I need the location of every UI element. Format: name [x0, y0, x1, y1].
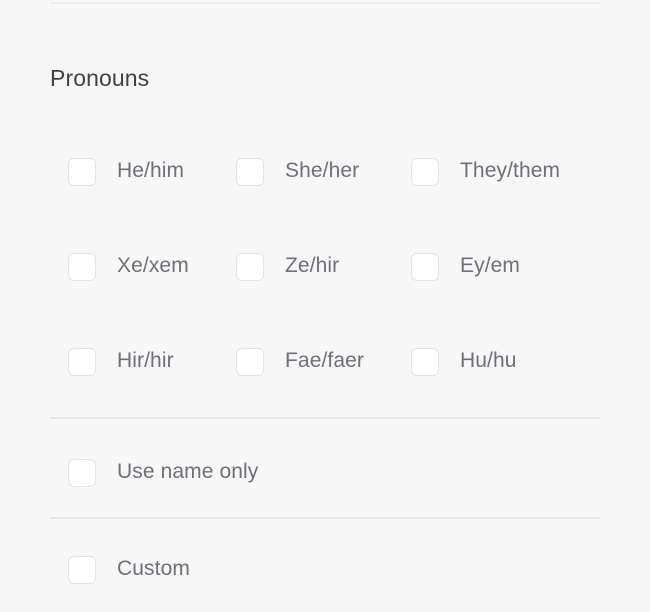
pronoun-options-grid: He/him She/her They/them Xe/xem Ze/hir E…: [68, 158, 608, 443]
divider-above-use-name-only: [50, 417, 600, 419]
pronoun-option-he-him[interactable]: He/him: [68, 158, 236, 253]
pronoun-option-she-her[interactable]: She/her: [236, 158, 411, 253]
option-use-name-only[interactable]: Use name only: [68, 459, 258, 487]
checkbox-ze-hir[interactable]: [236, 253, 264, 281]
pronoun-label[interactable]: He/him: [117, 157, 184, 185]
checkbox-he-him[interactable]: [68, 158, 96, 186]
pronoun-row: Hir/hir Fae/faer Hu/hu: [68, 348, 608, 443]
checkbox-they-them[interactable]: [411, 158, 439, 186]
pronoun-option-fae-faer[interactable]: Fae/faer: [236, 348, 411, 443]
pronoun-option-ze-hir[interactable]: Ze/hir: [236, 253, 411, 348]
checkbox-hir-hir[interactable]: [68, 348, 96, 376]
checkbox-ey-em[interactable]: [411, 253, 439, 281]
pronouns-settings-panel: Pronouns He/him She/her They/them Xe/xem: [0, 0, 650, 612]
pronoun-option-hu-hu[interactable]: Hu/hu: [411, 348, 608, 443]
pronoun-label[interactable]: Hir/hir: [117, 347, 174, 375]
divider-top: [50, 2, 600, 4]
checkbox-she-her[interactable]: [236, 158, 264, 186]
option-label[interactable]: Use name only: [117, 458, 258, 486]
pronoun-label[interactable]: She/her: [285, 157, 359, 185]
pronoun-label[interactable]: Fae/faer: [285, 347, 364, 375]
page-title: Pronouns: [50, 65, 150, 91]
option-label[interactable]: Custom: [117, 555, 190, 583]
pronoun-label[interactable]: Ey/em: [460, 252, 520, 280]
checkbox-hu-hu[interactable]: [411, 348, 439, 376]
option-custom[interactable]: Custom: [68, 556, 190, 584]
pronoun-option-they-them[interactable]: They/them: [411, 158, 608, 253]
pronoun-option-hir-hir[interactable]: Hir/hir: [68, 348, 236, 443]
checkbox-use-name-only[interactable]: [68, 459, 96, 487]
divider-above-custom: [50, 517, 600, 519]
pronoun-label[interactable]: Xe/xem: [117, 252, 189, 280]
pronoun-label[interactable]: They/them: [460, 157, 560, 185]
pronoun-option-xe-xem[interactable]: Xe/xem: [68, 253, 236, 348]
pronoun-row: He/him She/her They/them: [68, 158, 608, 253]
pronoun-option-ey-em[interactable]: Ey/em: [411, 253, 608, 348]
checkbox-custom[interactable]: [68, 556, 96, 584]
pronoun-label[interactable]: Hu/hu: [460, 347, 517, 375]
pronoun-row: Xe/xem Ze/hir Ey/em: [68, 253, 608, 348]
checkbox-fae-faer[interactable]: [236, 348, 264, 376]
checkbox-xe-xem[interactable]: [68, 253, 96, 281]
pronoun-label[interactable]: Ze/hir: [285, 252, 339, 280]
